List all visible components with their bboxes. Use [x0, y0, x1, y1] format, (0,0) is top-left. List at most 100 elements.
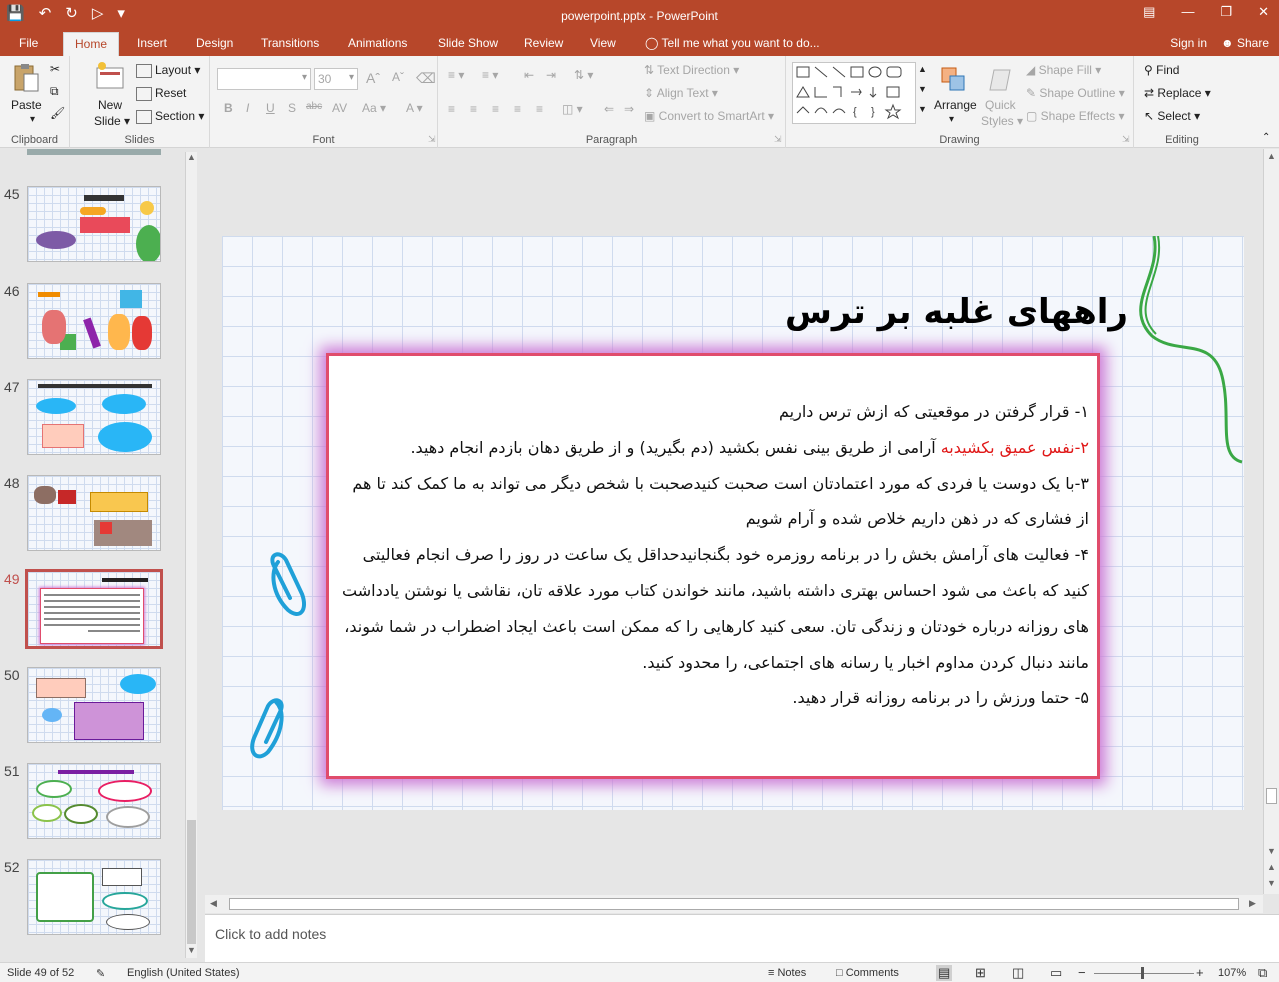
normal-view-icon[interactable]: ▤ — [936, 965, 953, 981]
align-left-icon[interactable]: ≡ — [448, 102, 455, 116]
convert-smartart-button[interactable]: ▣ Convert to SmartArt ▾ — [644, 109, 774, 123]
slide-thumbnail[interactable] — [27, 186, 161, 262]
columns-icon[interactable]: ◫ ▾ — [562, 102, 583, 116]
language-indicator[interactable]: English (United States) — [127, 967, 240, 979]
font-color-icon[interactable]: A ▾ — [406, 101, 423, 115]
text-direction-button[interactable]: ⇅ Text Direction ▾ — [644, 63, 739, 77]
ltr-icon[interactable]: ⇒ — [624, 102, 634, 116]
copy-icon[interactable]: ⧉ — [50, 84, 59, 99]
zoom-in-icon[interactable]: + — [1196, 965, 1204, 980]
reading-view-icon[interactable]: ◫ — [1012, 965, 1024, 981]
scroll-up-icon[interactable]: ▲ — [1267, 151, 1276, 161]
italic-icon[interactable]: I — [246, 101, 249, 115]
paste-icon[interactable] — [10, 62, 42, 94]
slide-sorter-icon[interactable]: ⊞ — [975, 965, 986, 981]
quick-styles-button[interactable]: Styles ▾ — [981, 114, 1023, 128]
scroll-down-icon[interactable]: ▼ — [187, 945, 196, 955]
slide-canvas[interactable]: راههای غلبه بر ترس ۱- قرار گرفتن در موقع… — [222, 236, 1244, 810]
slide-scroll-thumb[interactable] — [1266, 788, 1277, 804]
thumbnail-row[interactable]: 46 — [0, 283, 185, 363]
tab-view[interactable]: View — [590, 36, 616, 50]
zoom-out-icon[interactable]: − — [1078, 965, 1086, 980]
tell-me-search[interactable]: ◯ Tell me what you want to do... — [645, 36, 820, 50]
collapse-ribbon-icon[interactable]: ⌃ — [1262, 132, 1270, 143]
close-icon[interactable]: ✕ — [1258, 4, 1269, 20]
scroll-down-icon[interactable]: ▼ — [1267, 846, 1276, 856]
shapes-scroll-down-icon[interactable]: ▼ — [918, 84, 927, 94]
slide-thumbnail[interactable] — [27, 475, 161, 551]
slide-thumbnail[interactable] — [27, 763, 161, 839]
rtl-icon[interactable]: ⇐ — [604, 102, 614, 116]
quick-styles-label[interactable]: Quick — [985, 98, 1016, 112]
spell-check-icon[interactable]: ✎ — [96, 967, 105, 980]
thumbnail-row[interactable]: 50 — [0, 667, 185, 747]
previous-slide-icon[interactable]: ▲ — [1267, 862, 1276, 872]
align-center-icon[interactable]: ≡ — [470, 102, 477, 116]
font-size-input[interactable]: 30 ▾ — [314, 68, 358, 90]
shapes-gallery[interactable]: {} — [792, 62, 916, 124]
reset-button[interactable]: Reset — [136, 86, 186, 101]
slide-thumbnail-selected[interactable] — [25, 569, 163, 649]
find-button[interactable]: ⚲ Find — [1144, 63, 1179, 77]
sign-in-link[interactable]: Sign in — [1170, 36, 1207, 50]
scroll-left-icon[interactable]: ◀ — [210, 898, 217, 909]
thumbnail-partial-44[interactable] — [27, 149, 161, 155]
tab-home[interactable]: Home — [63, 32, 120, 56]
section-button[interactable]: Section ▾ — [136, 109, 204, 124]
notes-toggle[interactable]: ≡ Notes — [768, 967, 806, 979]
arrange-button[interactable]: Arrange — [934, 98, 977, 112]
slide-content-box[interactable]: ۱- قرار گرفتن در موقعیتی که ازش ترس داری… — [326, 353, 1100, 779]
replace-button[interactable]: ⇄ Replace ▾ — [1144, 86, 1211, 100]
thumbnail-row[interactable]: 52 — [0, 859, 185, 939]
clear-formatting-icon[interactable]: ⌫ — [416, 70, 436, 87]
tab-design[interactable]: Design — [196, 36, 233, 50]
maximize-icon[interactable]: ❐ — [1220, 4, 1232, 20]
shapes-more-icon[interactable]: ▼ — [918, 104, 927, 114]
thumbnail-row[interactable]: 45 — [0, 186, 185, 266]
shapes-scroll-up-icon[interactable]: ▲ — [918, 64, 927, 74]
slide-thumbnail[interactable] — [27, 379, 161, 455]
thumbnail-row[interactable]: 47 — [0, 379, 185, 459]
quick-styles-icon[interactable] — [984, 64, 1016, 96]
new-slide-button[interactable]: Slide ▾ — [94, 114, 130, 128]
align-right-icon[interactable]: ≡ — [492, 102, 499, 116]
slide-title[interactable]: راههای غلبه بر ترس — [785, 292, 1128, 332]
next-slide-icon[interactable]: ▼ — [1267, 878, 1276, 888]
zoom-slider[interactable] — [1094, 973, 1194, 974]
format-painter-icon[interactable]: 🖌 — [50, 106, 65, 120]
scroll-up-icon[interactable]: ▲ — [187, 152, 196, 162]
minimize-icon[interactable]: — — [1181, 4, 1194, 20]
tab-insert[interactable]: Insert — [137, 36, 167, 50]
shadow-icon[interactable]: S — [288, 101, 296, 115]
thumbnail-scrollbar[interactable]: ▲ ▼ — [185, 152, 197, 958]
thumbnail-row-selected[interactable]: 49 — [0, 569, 185, 651]
slide-body-text[interactable]: ۱- قرار گرفتن در موقعیتی که ازش ترس داری… — [337, 394, 1089, 716]
comments-toggle[interactable]: □ Comments — [836, 967, 899, 979]
new-slide-icon[interactable] — [94, 60, 126, 92]
justify-icon[interactable]: ≡ — [514, 102, 521, 116]
decrease-font-icon[interactable]: Aˇ — [392, 70, 404, 84]
shape-outline-button[interactable]: ✎ Shape Outline ▾ — [1026, 86, 1125, 100]
slide-vertical-scrollbar[interactable]: ▲ ▼ ▲ ▼ — [1263, 149, 1279, 894]
share-button[interactable]: ☻ Share — [1221, 36, 1269, 50]
slideshow-view-icon[interactable]: ▭ — [1050, 965, 1062, 981]
slide-thumbnail[interactable] — [27, 859, 161, 935]
distributed-icon[interactable]: ≡ — [536, 102, 543, 116]
font-name-input[interactable]: ▾ — [217, 68, 311, 90]
bold-icon[interactable]: B — [224, 101, 233, 115]
horizontal-scroll-thumb[interactable] — [229, 898, 1239, 910]
layout-button[interactable]: Layout ▾ — [136, 63, 200, 78]
horizontal-scrollbar[interactable]: ◀ ▶ — [205, 895, 1263, 913]
char-spacing-icon[interactable]: AV — [332, 101, 347, 115]
increase-font-icon[interactable]: Aˆ — [366, 70, 380, 86]
increase-indent-icon[interactable]: ⇥ — [546, 68, 556, 82]
tab-transitions[interactable]: Transitions — [261, 36, 319, 50]
tab-animations[interactable]: Animations — [348, 36, 407, 50]
decrease-indent-icon[interactable]: ⇤ — [524, 68, 534, 82]
arrange-dropdown-icon[interactable]: ▾ — [949, 114, 954, 125]
shape-effects-button[interactable]: ▢ Shape Effects ▾ — [1026, 109, 1125, 123]
paste-button[interactable]: Paste — [11, 98, 42, 112]
thumbnail-row[interactable]: 48 — [0, 475, 185, 555]
line-spacing-icon[interactable]: ⇅ ▾ — [574, 68, 593, 82]
tab-file[interactable]: File — [19, 36, 38, 50]
